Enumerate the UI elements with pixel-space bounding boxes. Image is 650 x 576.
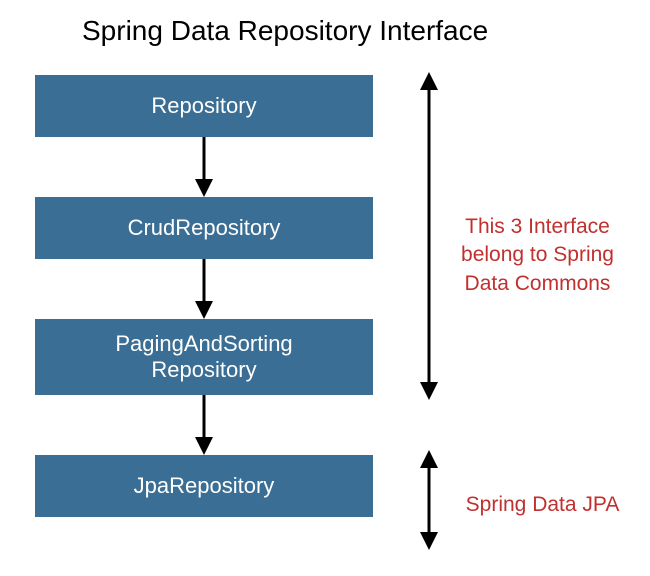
- jpa-repository-box: JpaRepository: [35, 455, 373, 517]
- paging-sorting-label-line2: Repository: [151, 357, 256, 383]
- bracket-arrow-jpa-icon: [418, 450, 440, 550]
- repository-label: Repository: [151, 93, 256, 119]
- annotation-commons: This 3 Interface belong to Spring Data C…: [450, 213, 625, 298]
- bracket-arrow-commons-icon: [418, 72, 440, 400]
- crud-repository-label: CrudRepository: [128, 215, 281, 241]
- annotation-commons-line1: This 3 Interface: [465, 215, 610, 238]
- annotation-jpa-text: Spring Data JPA: [466, 493, 620, 516]
- crud-repository-box: CrudRepository: [35, 197, 373, 259]
- annotation-jpa: Spring Data JPA: [455, 491, 630, 519]
- repository-box: Repository: [35, 75, 373, 137]
- arrow-down-icon: [195, 259, 213, 319]
- diagram-title: Spring Data Repository Interface: [82, 15, 488, 47]
- arrow-down-icon: [195, 395, 213, 455]
- paging-sorting-label-line1: PagingAndSorting: [115, 331, 292, 357]
- arrow-down-icon: [195, 137, 213, 197]
- annotation-commons-line2: belong to Spring: [461, 243, 614, 266]
- annotation-commons-line3: Data Commons: [465, 272, 611, 295]
- jpa-repository-label: JpaRepository: [134, 473, 275, 499]
- paging-sorting-repository-box: PagingAndSorting Repository: [35, 319, 373, 395]
